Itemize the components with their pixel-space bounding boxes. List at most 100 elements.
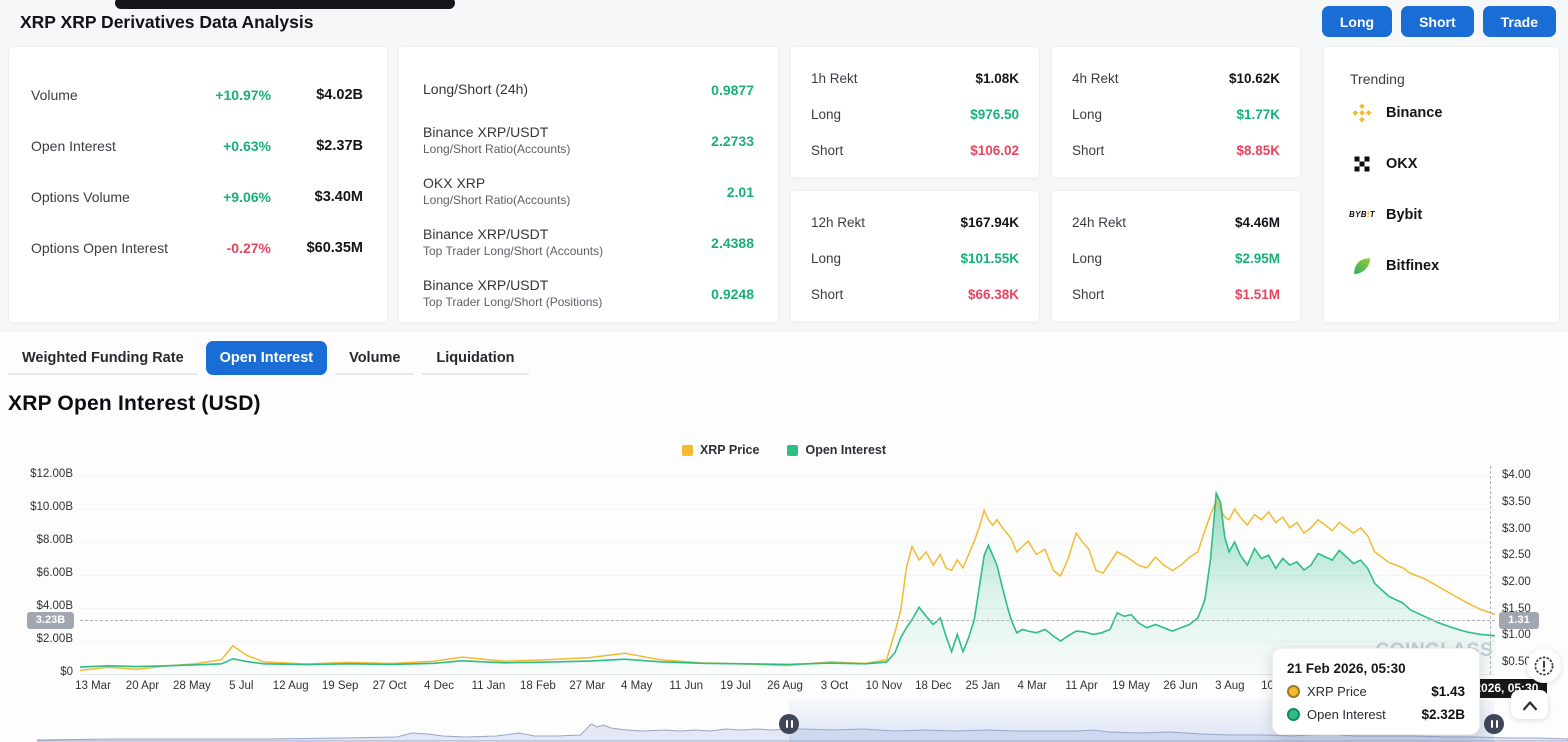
trending-item-bitfinex[interactable]: Bitfinex [1350,240,1559,291]
alert-button[interactable] [1527,649,1561,683]
rekt-short-value: $106.02 [970,143,1019,158]
rekt-short-label: Short [1072,287,1104,302]
rekt-short-value: $1.51M [1235,287,1280,302]
trending-item-binance[interactable]: Binance [1350,87,1559,138]
ratio-title: Long/Short (24h) [423,81,711,97]
trending-card: Trending Binance OKX BYB!T Bybit [1323,46,1560,323]
stat-label: Open Interest [31,138,187,154]
ratio-title: OKX XRP [423,175,727,191]
tab-volume[interactable]: Volume [335,341,414,375]
stat-row-options-open-interest: Options Open Interest -0.27% $60.35M [31,222,363,273]
stat-label: Options Volume [31,189,187,205]
rekt-short-label: Short [811,287,843,302]
trending-item-label: OKX [1386,156,1417,172]
ratio-value: 0.9248 [711,286,754,302]
ratio-row: OKX XRP Long/Short Ratio(Accounts) 2.01 [423,166,754,217]
stat-row-volume: Volume +10.97% $4.02B [31,69,363,120]
legend-swatch-icon [682,445,693,456]
rekt-card-24h: 24h Rekt$4.46M Long$2.95M Short$1.51M [1051,190,1301,322]
legend-item-open-interest[interactable]: Open Interest [787,443,886,457]
trending-title: Trending [1350,71,1559,87]
rekt-short-value: $66.38K [968,287,1019,302]
legend-label: XRP Price [700,443,760,457]
navigator-right-handle-icon[interactable] [1484,714,1504,734]
legend-label: Open Interest [805,443,886,457]
alert-seal-icon [1532,654,1556,678]
ratio-row: Binance XRP/USDT Top Trader Long/Short (… [423,217,754,268]
stat-change: +10.97% [187,87,271,103]
trending-item-label: Bybit [1386,207,1422,223]
ratio-value: 0.9877 [711,82,754,98]
chart-tooltip: 21 Feb 2026, 05:30 XRP Price $1.43 Open … [1272,648,1480,735]
long-button[interactable]: Long [1322,6,1392,37]
main-chart-plot[interactable] [80,466,1495,674]
ratio-title: Binance XRP/USDT [423,124,711,140]
rekt-short-label: Short [811,143,843,158]
ratio-value: 2.2733 [711,133,754,149]
legend-item-xrp-price[interactable]: XRP Price [682,443,760,457]
rekt-card-4h: 4h Rekt$10.62K Long$1.77K Short$8.85K [1051,46,1301,178]
stat-label: Volume [31,87,187,103]
stat-value: $2.37B [271,138,363,154]
rekt-long-value: $2.95M [1235,251,1280,266]
okx-logo-icon [1350,152,1374,176]
rekt-short-label: Short [1072,143,1104,158]
ratio-subtitle: Top Trader Long/Short (Accounts) [423,245,711,259]
market-stats-card: Volume +10.97% $4.02B Open Interest +0.6… [8,46,388,323]
trending-item-okx[interactable]: OKX [1350,138,1559,189]
short-button[interactable]: Short [1401,6,1474,37]
ratio-subtitle: Long/Short Ratio(Accounts) [423,194,727,208]
rekt-total: $167.94K [960,215,1019,230]
open-interest-dot-icon [1287,708,1300,721]
stat-change: +0.63% [187,138,271,154]
bybit-logo-icon: BYB!T [1350,203,1374,227]
rekt-long-value: $976.50 [970,107,1019,122]
ratio-subtitle: Long/Short Ratio(Accounts) [423,143,711,157]
ratio-value: 2.4388 [711,235,754,251]
long-short-ratios-card: Long/Short (24h) 0.9877 Binance XRP/USDT… [398,46,779,323]
header-actions: Long Short Trade [1322,6,1556,37]
rekt-short-value: $8.85K [1236,143,1280,158]
trending-item-bybit[interactable]: BYB!T Bybit [1350,189,1559,240]
rekt-total: $1.08K [975,71,1019,86]
chart-legend: XRP Price Open Interest [0,443,1568,457]
tooltip-value: $2.32B [1421,707,1465,722]
chart-title: XRP Open Interest (USD) [8,392,261,416]
xrp-price-dot-icon [1287,685,1300,698]
chevron-up-icon [1517,695,1543,715]
rekt-long-value: $101.55K [960,251,1019,266]
tooltip-label: Open Interest [1307,707,1386,722]
tooltip-row-open-interest: Open Interest $2.32B [1287,707,1465,722]
tab-open-interest[interactable]: Open Interest [206,341,327,375]
ratio-row: Long/Short (24h) 0.9877 [423,64,754,115]
binance-logo-icon [1350,101,1374,125]
stat-value: $3.40M [271,189,363,205]
page-title: XRP XRP Derivatives Data Analysis [20,12,313,33]
rekt-title: 4h Rekt [1072,71,1119,86]
tab-weighted-funding-rate[interactable]: Weighted Funding Rate [8,341,198,375]
rekt-title: 1h Rekt [811,71,858,86]
ratio-subtitle: Top Trader Long/Short (Positions) [423,296,711,310]
scroll-to-top-button[interactable] [1511,690,1548,719]
rekt-long-label: Long [1072,251,1102,266]
rekt-card-1h: 1h Rekt $1.08K Long $976.50 Short $106.02 [790,46,1040,178]
stat-label: Options Open Interest [31,240,187,256]
navigator-left-handle-icon[interactable] [779,714,799,734]
stat-row-options-volume: Options Volume +9.06% $3.40M [31,171,363,222]
ratio-title: Binance XRP/USDT [423,277,711,293]
stat-value: $4.02B [271,87,363,103]
stat-change: -0.27% [187,240,271,256]
open-interest-area [80,493,1495,674]
rekt-long-label: Long [811,107,841,122]
rekt-total: $4.46M [1235,215,1280,230]
rekt-title: 12h Rekt [811,215,865,230]
ratio-value: 2.01 [727,184,754,200]
stat-change: +9.06% [187,189,271,205]
legend-swatch-icon [787,445,798,456]
bitfinex-logo-icon [1350,254,1374,278]
trade-button[interactable]: Trade [1483,6,1556,37]
tooltip-label: XRP Price [1307,684,1367,699]
rekt-total: $10.62K [1229,71,1280,86]
tab-liquidation[interactable]: Liquidation [422,341,528,375]
tooltip-row-xrp-price: XRP Price $1.43 [1287,684,1465,699]
